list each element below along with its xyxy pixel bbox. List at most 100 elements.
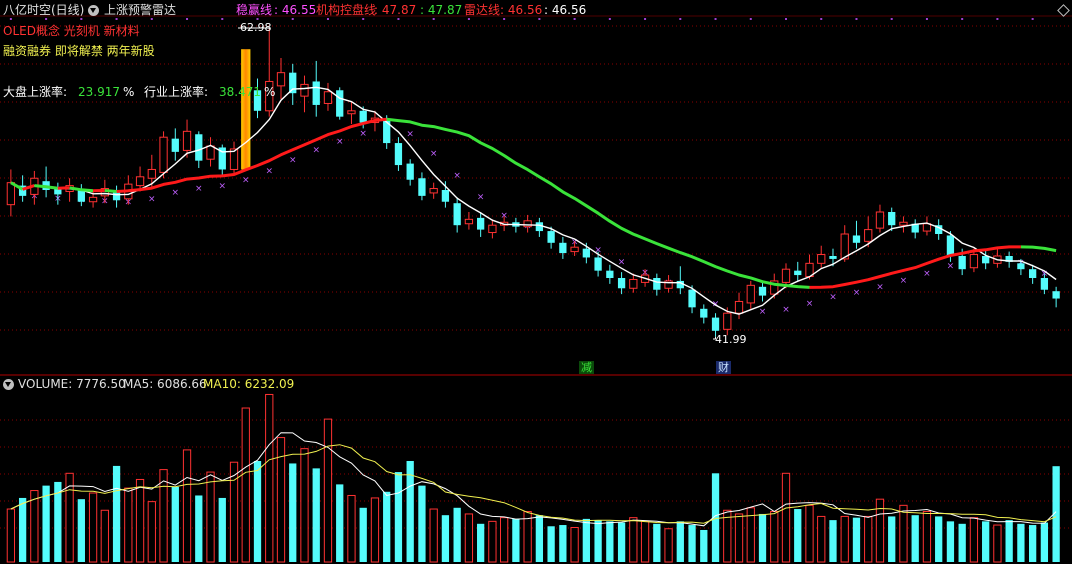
candle-body <box>394 143 403 166</box>
volume-bar <box>1005 520 1013 562</box>
market-rise-label: 大盘上涨率: <box>3 85 68 99</box>
cross-marker: × <box>876 282 884 292</box>
signal-dot <box>996 18 999 20</box>
concept-line-2: 融资融券 即将解禁 两年新股 <box>3 44 155 58</box>
cross-marker: × <box>430 149 438 159</box>
cross-marker: × <box>829 292 837 302</box>
candle-body <box>922 223 932 232</box>
volume-bar <box>958 523 966 562</box>
candle-body <box>523 220 532 228</box>
candle-body <box>383 119 391 144</box>
volume-bar <box>359 507 367 562</box>
event-marker-jian[interactable]: 减 <box>579 361 594 374</box>
volume-bar <box>289 463 297 562</box>
cross-marker: × <box>148 195 156 205</box>
volume-bar <box>993 524 1002 563</box>
candle-body <box>864 229 873 242</box>
cross-marker: × <box>806 299 814 309</box>
lei-da-value: : 46.56 <box>500 3 543 17</box>
cross-marker: × <box>453 171 461 181</box>
volume-bar <box>969 517 979 563</box>
candle-body <box>1040 278 1049 290</box>
industry-rise-label: 行业上涨率: <box>144 85 209 99</box>
ji-gou-label: 机构控盘线 <box>316 3 377 17</box>
volume-bar <box>911 515 919 562</box>
volume-bar <box>535 515 544 562</box>
volume-dropdown-icon[interactable] <box>3 379 14 390</box>
event-marker-cai[interactable]: 财 <box>716 361 731 374</box>
volume-bar <box>218 497 226 562</box>
volume-bar <box>441 515 450 562</box>
signal-dot <box>749 18 752 20</box>
volume-bar <box>840 515 849 563</box>
market-rise-value: 23.917 <box>78 85 120 99</box>
dropdown-circle-icon[interactable] <box>88 5 99 16</box>
signal-dot <box>256 18 259 20</box>
candle-body <box>88 196 98 203</box>
volume-bar <box>347 494 356 563</box>
candle-body <box>1028 269 1037 278</box>
volume-bar <box>383 491 391 562</box>
candle-body <box>781 268 791 283</box>
candle-body <box>336 90 344 117</box>
candle-body <box>359 110 367 123</box>
volume-bar <box>100 509 109 563</box>
ji-gou-value: : 47.87 <box>374 3 417 17</box>
signal-dot <box>467 18 470 20</box>
volume-bar <box>499 517 509 563</box>
stock-title: 八亿时空(日线) <box>3 3 85 17</box>
lei-da-label: 雷达线 <box>464 3 501 17</box>
cross-marker: × <box>336 137 344 147</box>
signal-dot <box>608 18 611 20</box>
volume-bar <box>781 472 791 563</box>
volume-bar <box>394 472 403 562</box>
candle-body <box>582 248 590 258</box>
candle-body <box>982 256 990 264</box>
candle-body <box>594 257 602 271</box>
signal-dot <box>291 18 294 20</box>
volume-bar <box>606 521 614 562</box>
signal-dot <box>961 18 964 20</box>
wen-ying-value: : 46.55 <box>274 3 317 17</box>
industry-rise-unit: % <box>264 85 276 99</box>
candle-body <box>700 308 708 318</box>
volume-bar <box>323 418 333 563</box>
volume-bar <box>253 460 262 562</box>
candle-body <box>559 242 567 254</box>
cross-marker: × <box>853 288 861 298</box>
signal-dot <box>503 18 506 20</box>
candle-body <box>653 278 661 290</box>
volume-bar <box>700 529 708 562</box>
volume-bar <box>640 520 650 563</box>
candle-body <box>617 278 626 289</box>
extra-value: : 47.87 <box>420 3 463 17</box>
volume-bar <box>135 478 145 563</box>
cross-marker: × <box>923 269 931 279</box>
volume-bar <box>829 520 837 562</box>
volume-bar <box>559 525 567 562</box>
candle-body <box>441 190 450 202</box>
volume-bar <box>241 407 250 563</box>
candle-body <box>182 130 192 151</box>
candle-body <box>958 256 966 270</box>
cross-marker: × <box>477 192 485 202</box>
candle-body <box>723 312 732 330</box>
signal-dot <box>9 18 12 20</box>
signal-dot <box>45 18 48 20</box>
candle-body <box>195 134 203 161</box>
signal-dot <box>326 18 329 20</box>
signal-dot <box>573 18 576 20</box>
volume-bar <box>594 520 602 562</box>
candle-body <box>135 176 145 187</box>
candle-body <box>688 289 696 308</box>
volume-bar <box>1028 525 1037 562</box>
candle-body <box>606 270 614 278</box>
candle-body <box>1017 263 1025 270</box>
signal-dot <box>890 18 893 20</box>
volume-bar <box>935 516 943 562</box>
signal-dot <box>925 18 928 20</box>
volume-bar <box>734 513 744 563</box>
signal-dot <box>644 18 647 20</box>
ma-green-line <box>1020 245 1057 253</box>
volume-bar <box>312 468 320 562</box>
